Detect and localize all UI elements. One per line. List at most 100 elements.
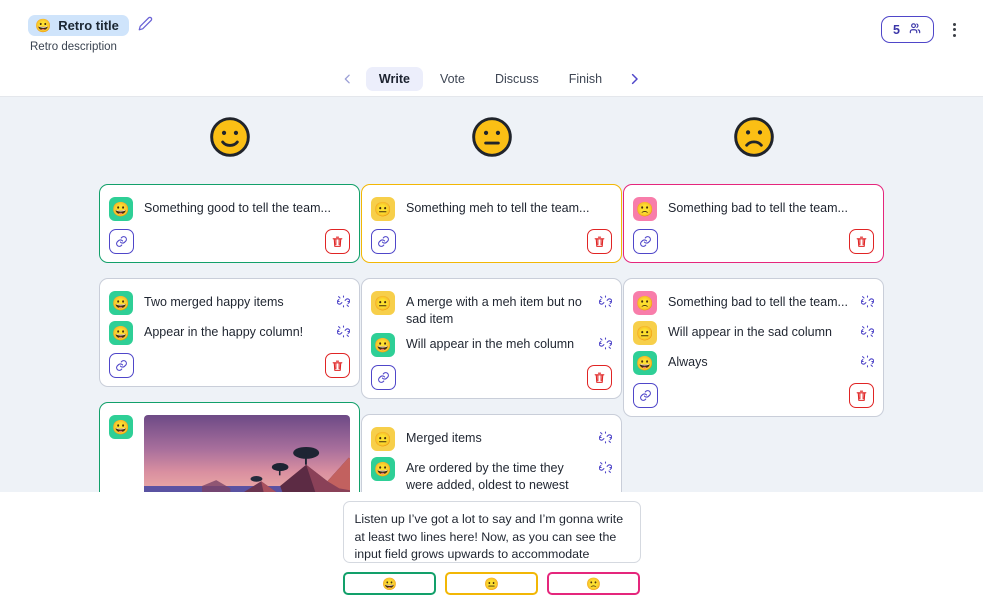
card-row: 😀 Always	[633, 348, 875, 378]
retro-card-image[interactable]: 😀	[99, 402, 360, 492]
card-actions	[109, 229, 350, 254]
column-header-neutral	[361, 115, 622, 164]
unlink-icon[interactable]	[860, 291, 875, 313]
coastal-sunset-illustration	[144, 415, 350, 492]
card-row: 😀	[109, 412, 350, 492]
avatar: 😀	[371, 333, 395, 357]
unlink-icon[interactable]	[598, 427, 613, 449]
trash-icon[interactable]	[849, 229, 874, 254]
card-text: Something bad to tell the team...	[668, 295, 848, 309]
card-actions	[633, 229, 874, 254]
participants-badge[interactable]: 5	[881, 16, 934, 43]
column-cards-sad: 🙁 Something bad to tell the team... 🙁 So…	[623, 184, 884, 417]
chevron-left-icon[interactable]	[333, 67, 362, 91]
people-icon	[908, 21, 922, 38]
thought-input[interactable]	[342, 501, 641, 563]
pencil-icon[interactable]	[138, 16, 153, 36]
card-text: Something good to tell the team...	[144, 201, 331, 215]
column-happy: 😀 Something good to tell the team... 😀 T…	[99, 115, 360, 492]
title-row: 😀 Retro title	[28, 15, 153, 36]
avatar: 😀	[109, 197, 133, 221]
retro-card[interactable]: 😀 Something good to tell the team...	[99, 184, 360, 263]
retro-title-text: Retro title	[58, 18, 119, 33]
card-actions	[109, 353, 350, 378]
retro-card-merged[interactable]: 😀 Two merged happy items 😀 Appear in the…	[99, 278, 360, 387]
link-icon[interactable]	[371, 229, 396, 254]
composer: 😀 😐 🙁	[0, 492, 983, 600]
card-text: A merge with a meh item but no sad item	[406, 295, 582, 326]
retro-board: 😀 Something good to tell the team... 😀 T…	[0, 97, 983, 492]
avatar: 🙁	[633, 291, 657, 315]
unlink-icon[interactable]	[336, 321, 351, 343]
tab-finish[interactable]: Finish	[556, 67, 615, 91]
column-neutral: 😐 Something meh to tell the team... 😐 A …	[361, 115, 622, 492]
sad-face-icon	[732, 115, 776, 164]
link-icon[interactable]	[633, 229, 658, 254]
card-row: 😀 Appear in the happy column!	[109, 318, 351, 348]
submit-happy-button[interactable]: 😀	[343, 572, 436, 595]
retro-title-pill[interactable]: 😀 Retro title	[28, 15, 129, 36]
tab-write[interactable]: Write	[365, 67, 423, 91]
app-header: 😀 Retro title Retro description 5 Write …	[0, 0, 983, 97]
retro-card[interactable]: 😐 Something meh to tell the team...	[361, 184, 622, 263]
neutral-face-icon	[470, 115, 514, 164]
retro-card-merged[interactable]: 😐 Merged items 😀 Are ordered by the time…	[361, 414, 622, 492]
retro-card-merged[interactable]: 😐 A merge with a meh item but no sad ite…	[361, 278, 622, 399]
card-row: 😐 Merged items	[371, 424, 613, 454]
chevron-right-icon[interactable]	[619, 66, 650, 92]
unlink-icon[interactable]	[336, 291, 351, 313]
card-text: Something meh to tell the team...	[406, 201, 590, 215]
card-text: Merged items	[406, 431, 482, 445]
trash-icon[interactable]	[325, 353, 350, 378]
avatar: 😀	[371, 457, 395, 481]
card-text: Will appear in the sad column	[668, 325, 832, 339]
card-row: 😐 A merge with a meh item but no sad ite…	[371, 288, 613, 330]
card-text: Will appear in the meh column	[406, 337, 575, 351]
retro-description: Retro description	[30, 41, 117, 53]
unlink-icon[interactable]	[598, 457, 613, 479]
card-row: 🙁 Something bad to tell the team...	[633, 288, 875, 318]
tab-vote[interactable]: Vote	[427, 67, 478, 91]
sad-face-icon: 🙁	[586, 576, 601, 591]
avatar: 😐	[371, 291, 395, 315]
column-cards-neutral: 😐 Something meh to tell the team... 😐 A …	[361, 184, 622, 492]
link-icon[interactable]	[371, 365, 396, 390]
card-row: 😀 Something good to tell the team...	[109, 194, 350, 224]
card-row: 😀 Will appear in the meh column	[371, 330, 613, 360]
card-row: 😐 Will appear in the sad column	[633, 318, 875, 348]
card-row: 😀 Two merged happy items	[109, 288, 351, 318]
card-text: Appear in the happy column!	[144, 325, 304, 339]
submit-neutral-button[interactable]: 😐	[445, 572, 538, 595]
link-icon[interactable]	[109, 353, 134, 378]
avatar: 😀	[109, 415, 133, 439]
avatar: 😐	[371, 197, 395, 221]
card-actions	[371, 229, 612, 254]
trash-icon[interactable]	[587, 365, 612, 390]
tab-discuss[interactable]: Discuss	[482, 67, 552, 91]
happy-face-icon	[208, 115, 252, 164]
card-text: Two merged happy items	[144, 295, 284, 309]
link-icon[interactable]	[109, 229, 134, 254]
card-actions	[371, 365, 612, 390]
retro-card[interactable]: 🙁 Something bad to tell the team...	[623, 184, 884, 263]
kebab-dot	[953, 33, 956, 37]
card-row: 🙁 Something bad to tell the team...	[633, 194, 874, 224]
trash-icon[interactable]	[849, 383, 874, 408]
avatar: 🙁	[633, 197, 657, 221]
card-row: 😀 Are ordered by the time they were adde…	[371, 454, 613, 492]
trash-icon[interactable]	[325, 229, 350, 254]
unlink-icon[interactable]	[860, 351, 875, 373]
unlink-icon[interactable]	[598, 333, 613, 355]
unlink-icon[interactable]	[860, 321, 875, 343]
avatar: 😐	[633, 321, 657, 345]
unlink-icon[interactable]	[598, 291, 613, 313]
card-text: Are ordered by the time they were added,…	[406, 461, 569, 492]
retro-card-merged[interactable]: 🙁 Something bad to tell the team... 😐 Wi…	[623, 278, 884, 417]
avatar: 😀	[109, 291, 133, 315]
submit-sad-button[interactable]: 🙁	[547, 572, 640, 595]
card-row: 😐 Something meh to tell the team...	[371, 194, 612, 224]
kebab-menu-icon[interactable]	[948, 19, 961, 41]
trash-icon[interactable]	[587, 229, 612, 254]
neutral-face-icon: 😐	[484, 576, 499, 591]
link-icon[interactable]	[633, 383, 658, 408]
